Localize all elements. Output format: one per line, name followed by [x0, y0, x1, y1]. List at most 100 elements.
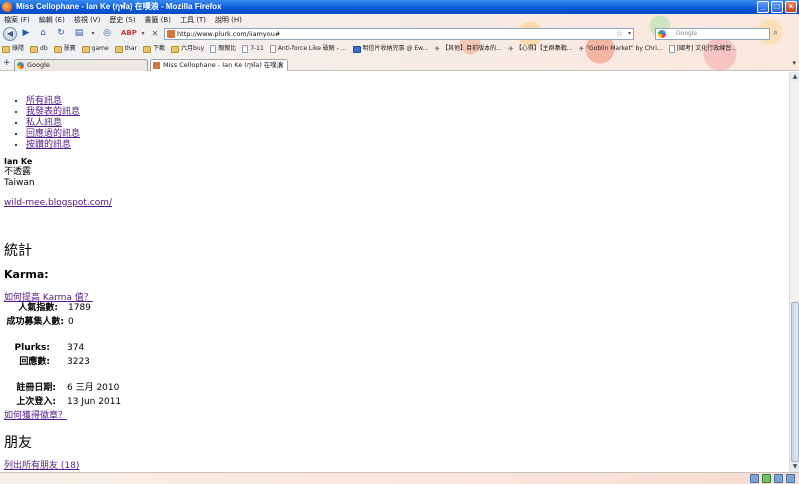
list-item: 回應過的訊息 — [26, 129, 80, 140]
menu-view[interactable]: 檢視 (V) — [74, 14, 100, 26]
list-item: 私人訊息 — [26, 118, 80, 129]
liked-messages-link[interactable]: 按讚的訊息 — [26, 140, 71, 150]
new-tab-icon[interactable]: + — [3, 58, 11, 68]
list-item: 按讚的訊息 — [26, 140, 80, 151]
tab-close-icon[interactable]: × — [278, 60, 284, 71]
private-messages-link[interactable]: 私人訊息 — [26, 118, 62, 128]
folder-icon — [114, 45, 123, 53]
home-icon[interactable]: ⌂ — [36, 27, 50, 40]
folder-icon — [143, 45, 151, 53]
bookmark-item[interactable]: ✈ 【心得】【主群集戰... — [508, 43, 573, 55]
addon-status-icon[interactable] — [750, 474, 759, 483]
bookmark-item[interactable]: thar — [114, 43, 137, 55]
stat-value: 6 三月 2010 — [67, 383, 120, 393]
plane-icon: ✈ — [578, 45, 585, 53]
google-icon — [658, 30, 666, 38]
vertical-scrollbar[interactable]: ▲ ▼ — [789, 72, 799, 472]
menu-edit[interactable]: 編輯 (E) — [39, 14, 65, 26]
menu-file[interactable]: 檔案 (F) — [4, 14, 30, 26]
window-titlebar: Miss Cellophane - Ian Ke (กุฬa) 在噗浪 - Mo… — [0, 0, 799, 14]
search-go-icon[interactable]: ⌕ — [773, 28, 778, 38]
profile-location: Taiwan — [4, 178, 35, 188]
stats-heading: 統計 — [4, 243, 32, 259]
adblock-icon[interactable]: ABP — [121, 27, 137, 40]
menu-help[interactable]: 說明 (H) — [215, 14, 242, 26]
all-messages-link[interactable]: 所有訊息 — [26, 96, 62, 106]
firefox-icon — [2, 2, 12, 12]
stat-label: 成功募集人數: — [6, 317, 64, 327]
blog-link[interactable]: wild-mee.blogspot.com/ — [4, 198, 112, 208]
maximize-icon[interactable]: □ — [771, 1, 783, 13]
minimize-icon[interactable]: _ — [757, 1, 769, 13]
bookmark-item[interactable]: 明信片收納完事 @ Ew... — [352, 43, 428, 55]
menu-history[interactable]: 歷史 (S) — [109, 14, 135, 26]
bookmark-item[interactable]: [國考] 文化行政練習... — [668, 43, 737, 55]
my-messages-link[interactable]: 我發表的訊息 — [26, 107, 80, 117]
menu-bar: 檔案 (F) 編輯 (E) 檢視 (V) 歷史 (S) 書籤 (B) 工具 (T… — [0, 14, 799, 26]
scroll-thumb[interactable] — [791, 302, 799, 462]
page-content: 所有訊息 我發表的訊息 私人訊息 回應過的訊息 按讚的訊息 Ian Ke 不透露… — [0, 72, 789, 472]
addon-dropdown-icon[interactable]: ▾ — [86, 27, 100, 40]
url-dropdown-icon[interactable]: ▾ — [628, 29, 631, 39]
karma-heading: Karma: — [4, 268, 49, 281]
bookmark-item[interactable]: 慧寶 — [53, 43, 76, 55]
navigation-toolbar: ◀ ▶ ⌂ ↻ ▤ ▾ ◎ ABP ▾ ✕ http://www.plurk.c… — [0, 27, 799, 41]
bookmark-item[interactable]: Anti-force Like 破解 - ... — [269, 43, 347, 55]
scroll-down-icon[interactable]: ▼ — [790, 462, 799, 472]
folder-icon — [53, 45, 62, 53]
all-friends-link[interactable]: 列出所有朋友 (18) — [4, 458, 79, 471]
status-bar — [0, 472, 799, 484]
bookmark-item[interactable]: ✈ 【其他】目前版本的... — [434, 43, 502, 55]
profile-info: Ian Ke 不透露 Taiwan — [4, 156, 35, 189]
friends-heading: 朋友 — [4, 435, 32, 451]
url-bar[interactable]: http://www.plurk.com/iiamyou# ☆ ▾ — [164, 28, 634, 40]
tab-list-icon[interactable]: ▾ — [792, 59, 796, 67]
folder-icon — [30, 45, 39, 53]
bookmark-item[interactable]: db — [30, 43, 48, 55]
tab-plurk[interactable]: Miss Cellophane - Ian Ke (กุฬa) 在噗浪 × — [150, 59, 288, 71]
bookmark-item[interactable]: 六月buy — [171, 43, 204, 55]
search-input[interactable]: Google — [655, 28, 770, 40]
bookmark-item[interactable]: ✈ "Goblin Market" by Chri... — [578, 43, 662, 55]
forward-button[interactable]: ▶ — [19, 27, 33, 40]
list-item: 我發表的訊息 — [26, 107, 80, 118]
bookmark-item[interactable]: 綠隱 — [2, 43, 24, 55]
reload-icon[interactable]: ↻ — [54, 27, 68, 40]
bookmark-item[interactable]: 7-11 — [242, 43, 264, 55]
stat-value: 374 — [67, 343, 85, 353]
addon-icon[interactable]: ◎ — [100, 27, 114, 40]
stat-value: 13 Jun 2011 — [67, 397, 122, 407]
bookmark-item[interactable]: 下載 — [143, 43, 165, 55]
back-button[interactable]: ◀ — [3, 27, 17, 41]
close-icon[interactable]: × — [785, 1, 797, 13]
google-icon — [17, 62, 24, 69]
page-icon — [269, 45, 276, 53]
profile-gender: 不透露 — [4, 167, 32, 177]
status-icons — [750, 474, 795, 483]
plane-icon: ✈ — [434, 45, 441, 53]
stat-label: 上次登入: — [16, 397, 56, 407]
menu-bookmarks[interactable]: 書籤 (B) — [144, 14, 171, 26]
tab-google[interactable]: Google — [14, 59, 148, 71]
scroll-up-icon[interactable]: ▲ — [790, 72, 799, 82]
url-text[interactable]: http://www.plurk.com/iiamyou# — [177, 30, 280, 38]
responded-messages-link[interactable]: 回應過的訊息 — [26, 129, 80, 139]
bookmark-item[interactable]: game — [81, 43, 109, 55]
profile-name: Ian Ke — [4, 157, 33, 166]
page-icon — [242, 45, 249, 53]
stat-label: Plurks: — [14, 343, 50, 353]
stat-value: 1789 — [68, 303, 91, 313]
bookmark-item[interactable]: 親親比 — [210, 43, 236, 55]
download-status-icon[interactable] — [774, 474, 783, 483]
menu-tools[interactable]: 工具 (T) — [180, 14, 206, 26]
stop-icon[interactable]: ✕ — [148, 27, 162, 40]
security-status-icon[interactable] — [762, 474, 771, 483]
bookmark-manager-icon[interactable]: ▤ — [72, 27, 86, 40]
bookmarks-toolbar: 綠隱 db 慧寶 game thar 下載 六月buy 親親比 7-11 Ant… — [0, 43, 799, 55]
plurk-icon — [153, 62, 160, 69]
badge-help-link[interactable]: 如何獲得徽章？ — [4, 408, 67, 421]
sync-status-icon[interactable] — [786, 474, 795, 483]
stat-label: 人氣指數: — [18, 303, 58, 313]
site-favicon-icon — [167, 30, 175, 38]
star-icon[interactable]: ☆ — [616, 29, 623, 39]
